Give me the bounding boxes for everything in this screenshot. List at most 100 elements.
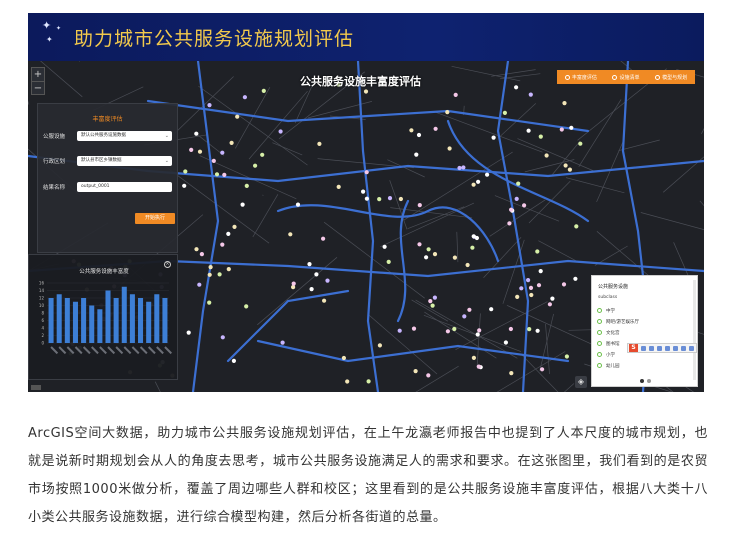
- poi-marker: [411, 326, 417, 331]
- poi-marker: [453, 92, 458, 97]
- legend-scrollbar[interactable]: [693, 280, 696, 380]
- poi-marker: [220, 242, 225, 247]
- poi-marker: [232, 224, 237, 229]
- bar: [64, 298, 70, 343]
- poi-marker: [413, 369, 418, 374]
- ime-skin-icon[interactable]: [681, 345, 686, 351]
- circle-icon: [597, 352, 602, 357]
- poi-marker: [445, 329, 450, 334]
- poi-marker: [471, 182, 476, 187]
- ime-keyboard-icon[interactable]: [673, 345, 678, 351]
- poi-marker: [226, 231, 231, 236]
- major-road: [226, 289, 350, 363]
- poi-marker: [538, 134, 543, 139]
- poi-marker: [514, 85, 519, 90]
- y-tick-label: 16: [39, 281, 45, 286]
- poi-marker: [260, 152, 265, 157]
- ime-punct-icon[interactable]: [649, 345, 654, 351]
- poi-marker: [336, 184, 341, 189]
- star-icon: ✦: [42, 19, 52, 32]
- district-select[interactable]: 默认县市区乡镇数据 ⌄: [77, 156, 172, 166]
- poi-marker: [377, 343, 382, 348]
- x-tick-label: [115, 346, 124, 355]
- ime-menu-icon[interactable]: [689, 345, 694, 351]
- poi-marker: [364, 196, 369, 201]
- minor-road: [699, 200, 704, 207]
- poi-marker: [183, 169, 188, 174]
- bar: [89, 305, 95, 343]
- poi-marker: [288, 232, 293, 237]
- poi-marker: [207, 272, 212, 277]
- legend-item[interactable]: 中学: [597, 305, 697, 316]
- poi-marker: [364, 170, 369, 175]
- ime-mode-icon[interactable]: [641, 345, 646, 351]
- chevron-down-icon: ⌄: [164, 133, 169, 139]
- poi-marker: [491, 135, 496, 140]
- minor-road: [476, 313, 481, 368]
- legend-item[interactable]: 网吧/游艺娱乐厅: [597, 316, 697, 327]
- poi-marker: [430, 303, 435, 308]
- bar: [56, 294, 62, 343]
- major-road: [396, 199, 410, 323]
- minor-road: [502, 239, 525, 304]
- minor-road: [262, 194, 264, 196]
- poi-marker: [426, 247, 431, 252]
- zoom-in-button[interactable]: +: [32, 68, 44, 81]
- poi-marker: [322, 298, 327, 303]
- poi-marker: [475, 332, 480, 337]
- x-tick-label: [156, 346, 164, 355]
- poi-marker: [207, 300, 212, 305]
- poi-marker: [457, 165, 462, 171]
- layers-icon[interactable]: ◈: [575, 376, 587, 388]
- poi-marker: [207, 103, 212, 108]
- legend-panel: 公共服务设施 subclass 中学 网吧/游艺娱乐厅 文化宫 图书馆 小学 幼…: [591, 275, 698, 387]
- page-dot[interactable]: [640, 379, 644, 383]
- page-dot[interactable]: [647, 379, 651, 383]
- zoom-out-button[interactable]: −: [32, 81, 44, 94]
- poi-marker: [417, 242, 422, 247]
- poi-marker: [222, 172, 227, 177]
- poi-marker: [253, 163, 258, 168]
- bar: [48, 298, 54, 343]
- poi-marker: [515, 294, 520, 299]
- poi-marker: [386, 259, 391, 264]
- ime-logo-icon[interactable]: S: [629, 344, 638, 352]
- poi-marker: [314, 272, 319, 277]
- poi-marker: [261, 88, 266, 93]
- legend-item[interactable]: 文化宫: [597, 327, 697, 338]
- poi-marker: [528, 92, 533, 97]
- poi-marker: [361, 189, 366, 194]
- minor-road: [434, 111, 543, 153]
- district-row: 行政区划 默认县市区乡镇数据 ⌄: [43, 156, 172, 166]
- poi-marker: [229, 140, 234, 145]
- poi-marker: [477, 328, 482, 333]
- facility-select[interactable]: 默认公共服务设施数据 ⌄: [77, 131, 172, 141]
- ime-mic-icon[interactable]: [665, 345, 670, 351]
- bar: [105, 290, 111, 343]
- poi-marker: [325, 278, 330, 283]
- bar: [81, 298, 87, 343]
- poi-marker: [363, 89, 369, 94]
- page-title: 助力城市公共服务设施规划评估: [74, 28, 355, 50]
- result-name-input[interactable]: output_0001: [77, 182, 172, 192]
- legend-pager[interactable]: [640, 379, 651, 383]
- poi-marker: [278, 129, 283, 134]
- run-button[interactable]: 开始执行: [135, 213, 175, 224]
- poi-marker: [382, 244, 387, 249]
- toolbar-richness-button[interactable]: 丰富度评估: [564, 74, 597, 81]
- map-view[interactable]: 公共服务设施丰富度评估 + − 丰富度评估 设施清单 模型与规划 丰富度评估 公…: [28, 61, 704, 392]
- minor-road: [272, 142, 303, 156]
- legend-item[interactable]: 幼儿园: [597, 360, 697, 371]
- article-paragraph: ArcGIS空间大数据，助力城市公共服务设施规划评估，在上午龙瀛老师报告中也提到…: [28, 426, 708, 525]
- poi-marker: [432, 295, 437, 300]
- poi-marker: [291, 281, 296, 286]
- ime-emoji-icon[interactable]: [657, 345, 662, 351]
- poi-marker: [471, 355, 476, 360]
- poi-marker: [503, 340, 508, 345]
- toolbar-facility-list-button[interactable]: 设施清单: [612, 74, 639, 81]
- minor-road: [618, 139, 660, 151]
- toolbar-model-button[interactable]: 模型与规划: [655, 74, 687, 81]
- poi-marker: [514, 196, 519, 201]
- poi-marker: [573, 276, 578, 281]
- poi-marker: [217, 272, 222, 277]
